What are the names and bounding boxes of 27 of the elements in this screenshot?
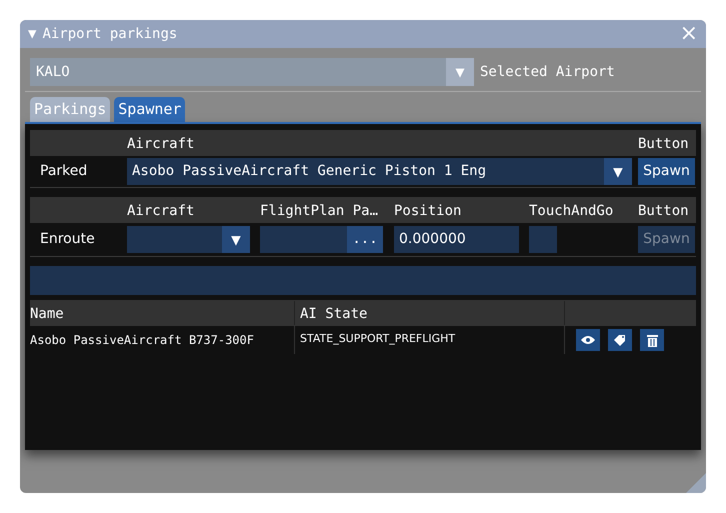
tab[interactable]: Spawner <box>114 97 186 122</box>
trash-icon[interactable] <box>640 329 664 351</box>
row-label: Enroute <box>39 230 96 249</box>
column-header: FlightPlan Pa… <box>260 203 378 219</box>
column-header: Aircraft <box>127 136 194 152</box>
window-title: Airport parkings <box>42 24 178 44</box>
airport-dropdown[interactable]: KALO ▼ <box>30 58 474 86</box>
column-header: TouchAndGo <box>529 203 614 219</box>
table-cell-text: STATE_SUPPORT_PREFLIGHT <box>300 331 456 347</box>
aircraft-dropdown[interactable]: Asobo PassiveAircraft Generic Piston 1 Eng ▼ <box>127 158 632 185</box>
column-header: Name <box>30 306 64 322</box>
table-cell-text: Asobo PassiveAircraft B737-300F <box>30 332 254 349</box>
column-header: Position <box>394 203 462 219</box>
resize-grip-icon[interactable] <box>686 473 706 493</box>
tag-icon[interactable] <box>608 329 632 351</box>
eye-icon[interactable] <box>576 329 600 351</box>
position-field[interactable]: 0.000000 <box>394 226 519 253</box>
column-header: Button <box>638 203 689 219</box>
aircraft-dropdown[interactable]: ▼ <box>127 226 250 253</box>
spawn-button[interactable]: Spawn <box>638 158 695 185</box>
column-header: Aircraft <box>127 203 194 219</box>
touch-and-go-checkbox[interactable] <box>529 226 557 253</box>
field-label: Selected Airport <box>480 62 615 82</box>
flightplan-field[interactable]: ... <box>260 226 383 253</box>
row-label: Parked <box>39 162 88 181</box>
column-header: Button <box>638 136 689 152</box>
column-header: AI State <box>300 306 368 322</box>
